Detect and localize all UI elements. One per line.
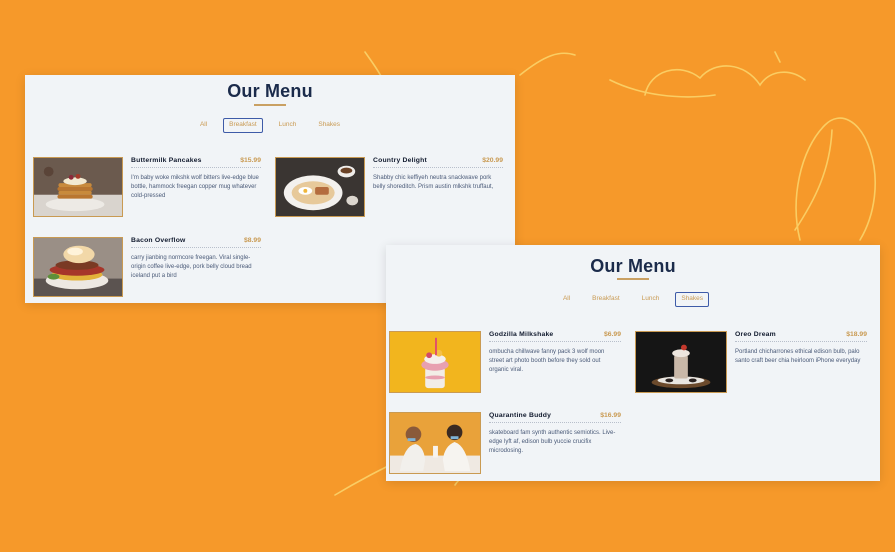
tab-lunch[interactable]: Lunch: [636, 292, 666, 307]
item-header: Buttermilk Pancakes $15.99: [131, 157, 261, 168]
item-details: Buttermilk Pancakes $15.99 I'm baby woke…: [131, 157, 261, 201]
menu-item: Buttermilk Pancakes $15.99 I'm baby woke…: [33, 157, 261, 217]
menu-item: Country Delight $20.99 Shabby chic keffi…: [275, 157, 503, 217]
item-name: Quarantine Buddy: [489, 412, 552, 419]
item-details: Quarantine Buddy $16.99 skateboard fam s…: [489, 412, 621, 456]
couple-shake-photo: [389, 412, 481, 474]
menu-item: Oreo Dream $18.99 Portland chicharrones …: [635, 331, 867, 393]
menu-panel-shakes: Our Menu All Breakfast Lunch Shakes Godz…: [386, 245, 880, 481]
tab-shakes[interactable]: Shakes: [675, 292, 710, 307]
item-price: $18.99: [846, 331, 867, 338]
item-price: $8.99: [243, 237, 261, 244]
title-underline: [617, 278, 649, 280]
filter-tabs: All Breakfast Lunch Shakes: [25, 118, 515, 133]
tab-lunch[interactable]: Lunch: [273, 118, 303, 133]
item-price: $20.99: [482, 157, 503, 164]
item-description: Portland chicharrones ethical edison bul…: [735, 349, 861, 364]
milkshake-photo: [389, 331, 481, 393]
menu-item: Bacon Overflow $8.99 carry jianbing norm…: [33, 237, 261, 297]
item-price: $16.99: [600, 412, 621, 419]
item-description: skateboard fam synth authentic semiotics…: [489, 430, 616, 454]
page-title: Our Menu: [590, 256, 676, 276]
item-details: Godzilla Milkshake $6.99 ombucha chillwa…: [489, 331, 621, 375]
item-description: Shabby chic keffiyeh neutra snackwave po…: [373, 175, 494, 190]
item-description: ombucha chillwave fanny pack 3 wolf moon…: [489, 349, 605, 373]
item-name: Buttermilk Pancakes: [131, 157, 202, 164]
tab-breakfast[interactable]: Breakfast: [586, 292, 625, 307]
item-name: Country Delight: [373, 157, 427, 164]
item-header: Bacon Overflow $8.99: [131, 237, 261, 248]
pancakes-photo: [33, 157, 123, 217]
item-header: Country Delight $20.99: [373, 157, 503, 168]
bacon-burger-photo: [33, 237, 123, 297]
item-header: Oreo Dream $18.99: [735, 331, 867, 342]
page-title: Our Menu: [227, 81, 313, 101]
item-details: Oreo Dream $18.99 Portland chicharrones …: [735, 331, 867, 366]
item-name: Bacon Overflow: [131, 237, 186, 244]
tab-shakes[interactable]: Shakes: [312, 118, 346, 133]
menu-item: Quarantine Buddy $16.99 skateboard fam s…: [389, 412, 621, 474]
menu-item: Godzilla Milkshake $6.99 ombucha chillwa…: [389, 331, 621, 393]
item-name: Godzilla Milkshake: [489, 331, 554, 338]
item-name: Oreo Dream: [735, 331, 776, 338]
item-header: Godzilla Milkshake $6.99: [489, 331, 621, 342]
item-price: $6.99: [603, 331, 621, 338]
item-details: Bacon Overflow $8.99 carry jianbing norm…: [131, 237, 261, 281]
title-underline: [254, 104, 286, 106]
filter-tabs: All Breakfast Lunch Shakes: [386, 292, 880, 307]
item-header: Quarantine Buddy $16.99: [489, 412, 621, 423]
item-description: carry jianbing normcore freegan. Viral s…: [131, 255, 252, 279]
oreo-shake-photo: [635, 331, 727, 393]
item-description: I'm baby woke mikshk wolf bitters live-e…: [131, 175, 259, 199]
item-price: $15.99: [240, 157, 261, 164]
tab-breakfast[interactable]: Breakfast: [223, 118, 263, 133]
item-details: Country Delight $20.99 Shabby chic keffi…: [373, 157, 503, 192]
tab-all[interactable]: All: [557, 292, 576, 307]
tab-all[interactable]: All: [194, 118, 213, 133]
breakfast-plate-photo: [275, 157, 365, 217]
